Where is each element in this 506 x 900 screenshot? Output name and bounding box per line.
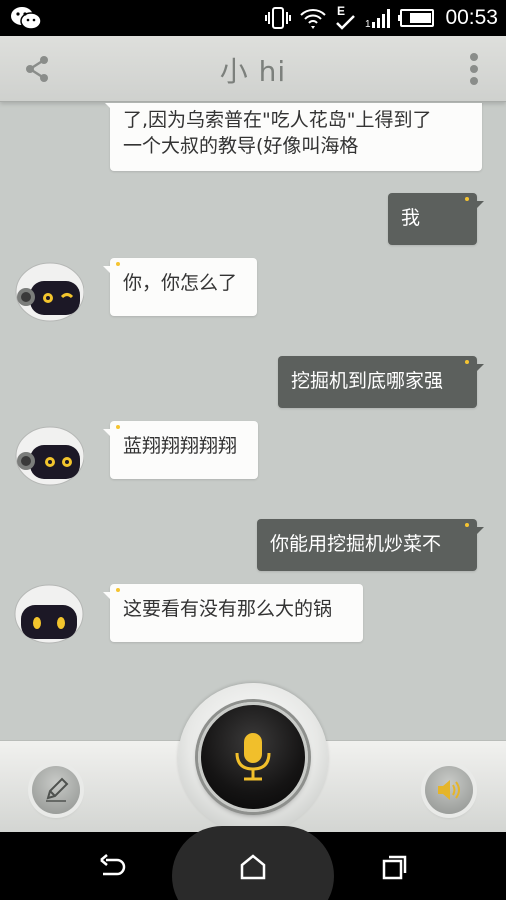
microphone-icon — [235, 733, 271, 781]
wifi-icon — [300, 9, 327, 29]
message-text: 蓝翔翔翔翔翔 — [123, 435, 238, 457]
svg-text:1: 1 — [365, 19, 371, 29]
user-message[interactable]: 你能用挖掘机炒菜不 — [257, 519, 484, 571]
unread-dot — [465, 197, 469, 201]
navigation-bar — [0, 826, 506, 900]
bot-message[interactable]: 了,因为乌索普在"吃人花岛"上得到了 一个大叔的教导(好像叫海格 — [103, 103, 482, 171]
sound-toggle-button[interactable] — [425, 766, 473, 814]
message-text: 我 — [401, 207, 421, 229]
message-text: 挖掘机到底哪家强 — [291, 370, 444, 392]
user-message[interactable]: 我 — [388, 193, 484, 245]
back-icon[interactable] — [97, 852, 127, 882]
vibrate-icon — [265, 7, 292, 29]
bot-message[interactable]: 这要看有没有那么大的锅 — [103, 584, 363, 642]
signal-icon: 1 — [365, 9, 391, 29]
chat-area[interactable]: 了,因为乌索普在"吃人花岛"上得到了 一个大叔的教导(好像叫海格 我 你，你怎么… — [0, 103, 506, 740]
clock: 00:53 — [445, 6, 498, 29]
status-bar: E 1 00:53 — [0, 0, 506, 36]
unread-dot — [116, 588, 120, 592]
recent-apps-icon[interactable] — [380, 852, 410, 882]
unread-dot — [116, 262, 120, 266]
title-bar: 小 hi — [0, 36, 506, 102]
pencil-icon — [46, 777, 69, 802]
home-icon[interactable] — [238, 852, 268, 882]
svg-text:E: E — [337, 4, 345, 18]
bot-message[interactable]: 你，你怎么了 — [103, 258, 257, 316]
message-text-line: 了,因为乌索普在"吃人花岛"上得到了 — [123, 109, 432, 131]
robot-avatar-icon[interactable] — [10, 425, 84, 487]
more-vert-icon[interactable] — [468, 52, 480, 86]
robot-avatar-icon[interactable] — [10, 261, 84, 323]
voice-input-button[interactable] — [198, 702, 308, 812]
message-text: 这要看有没有那么大的锅 — [123, 598, 333, 620]
data-e-icon: E — [336, 4, 356, 30]
page-title: 小 hi — [219, 55, 287, 88]
battery-icon — [398, 9, 435, 27]
message-text-line: 一个大叔的教导(好像叫海格 — [123, 135, 359, 157]
unread-dot — [116, 425, 120, 429]
message-text: 你，你怎么了 — [123, 272, 238, 294]
speaker-icon — [438, 780, 460, 800]
user-message[interactable]: 挖掘机到底哪家强 — [278, 356, 484, 408]
message-text: 你能用挖掘机炒菜不 — [270, 533, 442, 555]
wechat-notification-icon — [11, 7, 42, 30]
keyboard-input-button[interactable] — [32, 766, 80, 814]
bot-message[interactable]: 蓝翔翔翔翔翔 — [103, 421, 258, 479]
unread-dot — [465, 523, 469, 527]
robot-avatar-icon[interactable] — [12, 583, 86, 645]
unread-dot — [465, 360, 469, 364]
